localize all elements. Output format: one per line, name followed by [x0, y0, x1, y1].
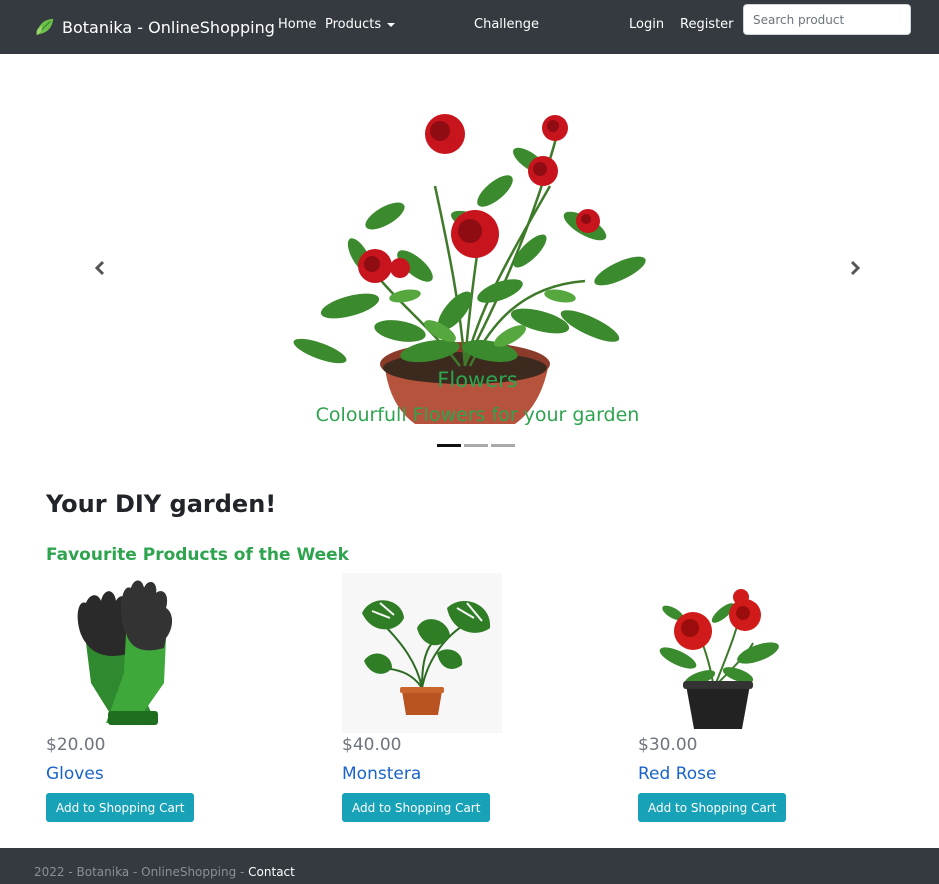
carousel-indicator-1[interactable]: [437, 444, 461, 447]
add-to-cart-button[interactable]: Add to Shopping Cart: [638, 793, 787, 822]
nav-home[interactable]: Home: [278, 17, 316, 32]
section-subtitle: Favourite Products of the Week: [46, 545, 349, 565]
product-price: $20.00: [46, 735, 106, 755]
carousel-indicator-3[interactable]: [491, 444, 515, 447]
footer: 2022 - Botanika - OnlineShopping - Conta…: [0, 848, 939, 884]
product-card-monstera: $40.00 Monstera Add to Shopping Cart: [342, 573, 542, 822]
caret-down-icon: [387, 22, 396, 27]
gloves-image: [77, 580, 172, 725]
carousel-caption-title: Flowers: [437, 368, 518, 392]
red-rose-image: [659, 589, 779, 729]
nav-challenge[interactable]: Challenge: [474, 17, 539, 32]
product-name-link[interactable]: Gloves: [46, 764, 104, 784]
page-title: Your DIY garden!: [46, 490, 277, 518]
navbar: Botanika - OnlineShopping Home Products …: [0, 0, 939, 54]
nav-products-dropdown[interactable]: Products: [325, 17, 396, 32]
leaf-logo-icon: [36, 18, 54, 36]
nav-register[interactable]: Register: [680, 17, 734, 32]
footer-copyright: 2022 - Botanika - OnlineShopping -: [34, 865, 249, 879]
chevron-right-icon[interactable]: [845, 258, 865, 278]
chevron-left-icon[interactable]: [90, 258, 110, 278]
product-card-gloves: $20.00 Gloves Add to Shopping Cart: [46, 573, 246, 822]
product-name-link[interactable]: Monstera: [342, 764, 421, 784]
search-input[interactable]: [743, 4, 911, 35]
brand-link[interactable]: Botanika - OnlineShopping: [34, 14, 275, 40]
footer-text: 2022 - Botanika - OnlineShopping - Conta…: [34, 865, 295, 879]
carousel-indicators: [437, 444, 515, 447]
carousel-indicator-2[interactable]: [464, 444, 488, 447]
product-card-red-rose: $30.00 Red Rose Add to Shopping Cart: [638, 573, 838, 822]
nav-products-label: Products: [325, 17, 382, 32]
add-to-cart-button[interactable]: Add to Shopping Cart: [342, 793, 491, 822]
add-to-cart-button[interactable]: Add to Shopping Cart: [46, 793, 195, 822]
product-price: $40.00: [342, 735, 402, 755]
footer-contact-link[interactable]: Contact: [248, 865, 295, 879]
brand-name: Botanika - OnlineShopping: [62, 17, 275, 37]
nav-login[interactable]: Login: [629, 17, 664, 32]
product-name-link[interactable]: Red Rose: [638, 764, 716, 784]
product-price: $30.00: [638, 735, 698, 755]
monstera-image: [342, 573, 502, 733]
hero-carousel: Flowers Colourfull Flowers for your gard…: [0, 54, 939, 459]
carousel-caption-subtitle: Colourfull Flowers for your garden: [315, 404, 640, 426]
